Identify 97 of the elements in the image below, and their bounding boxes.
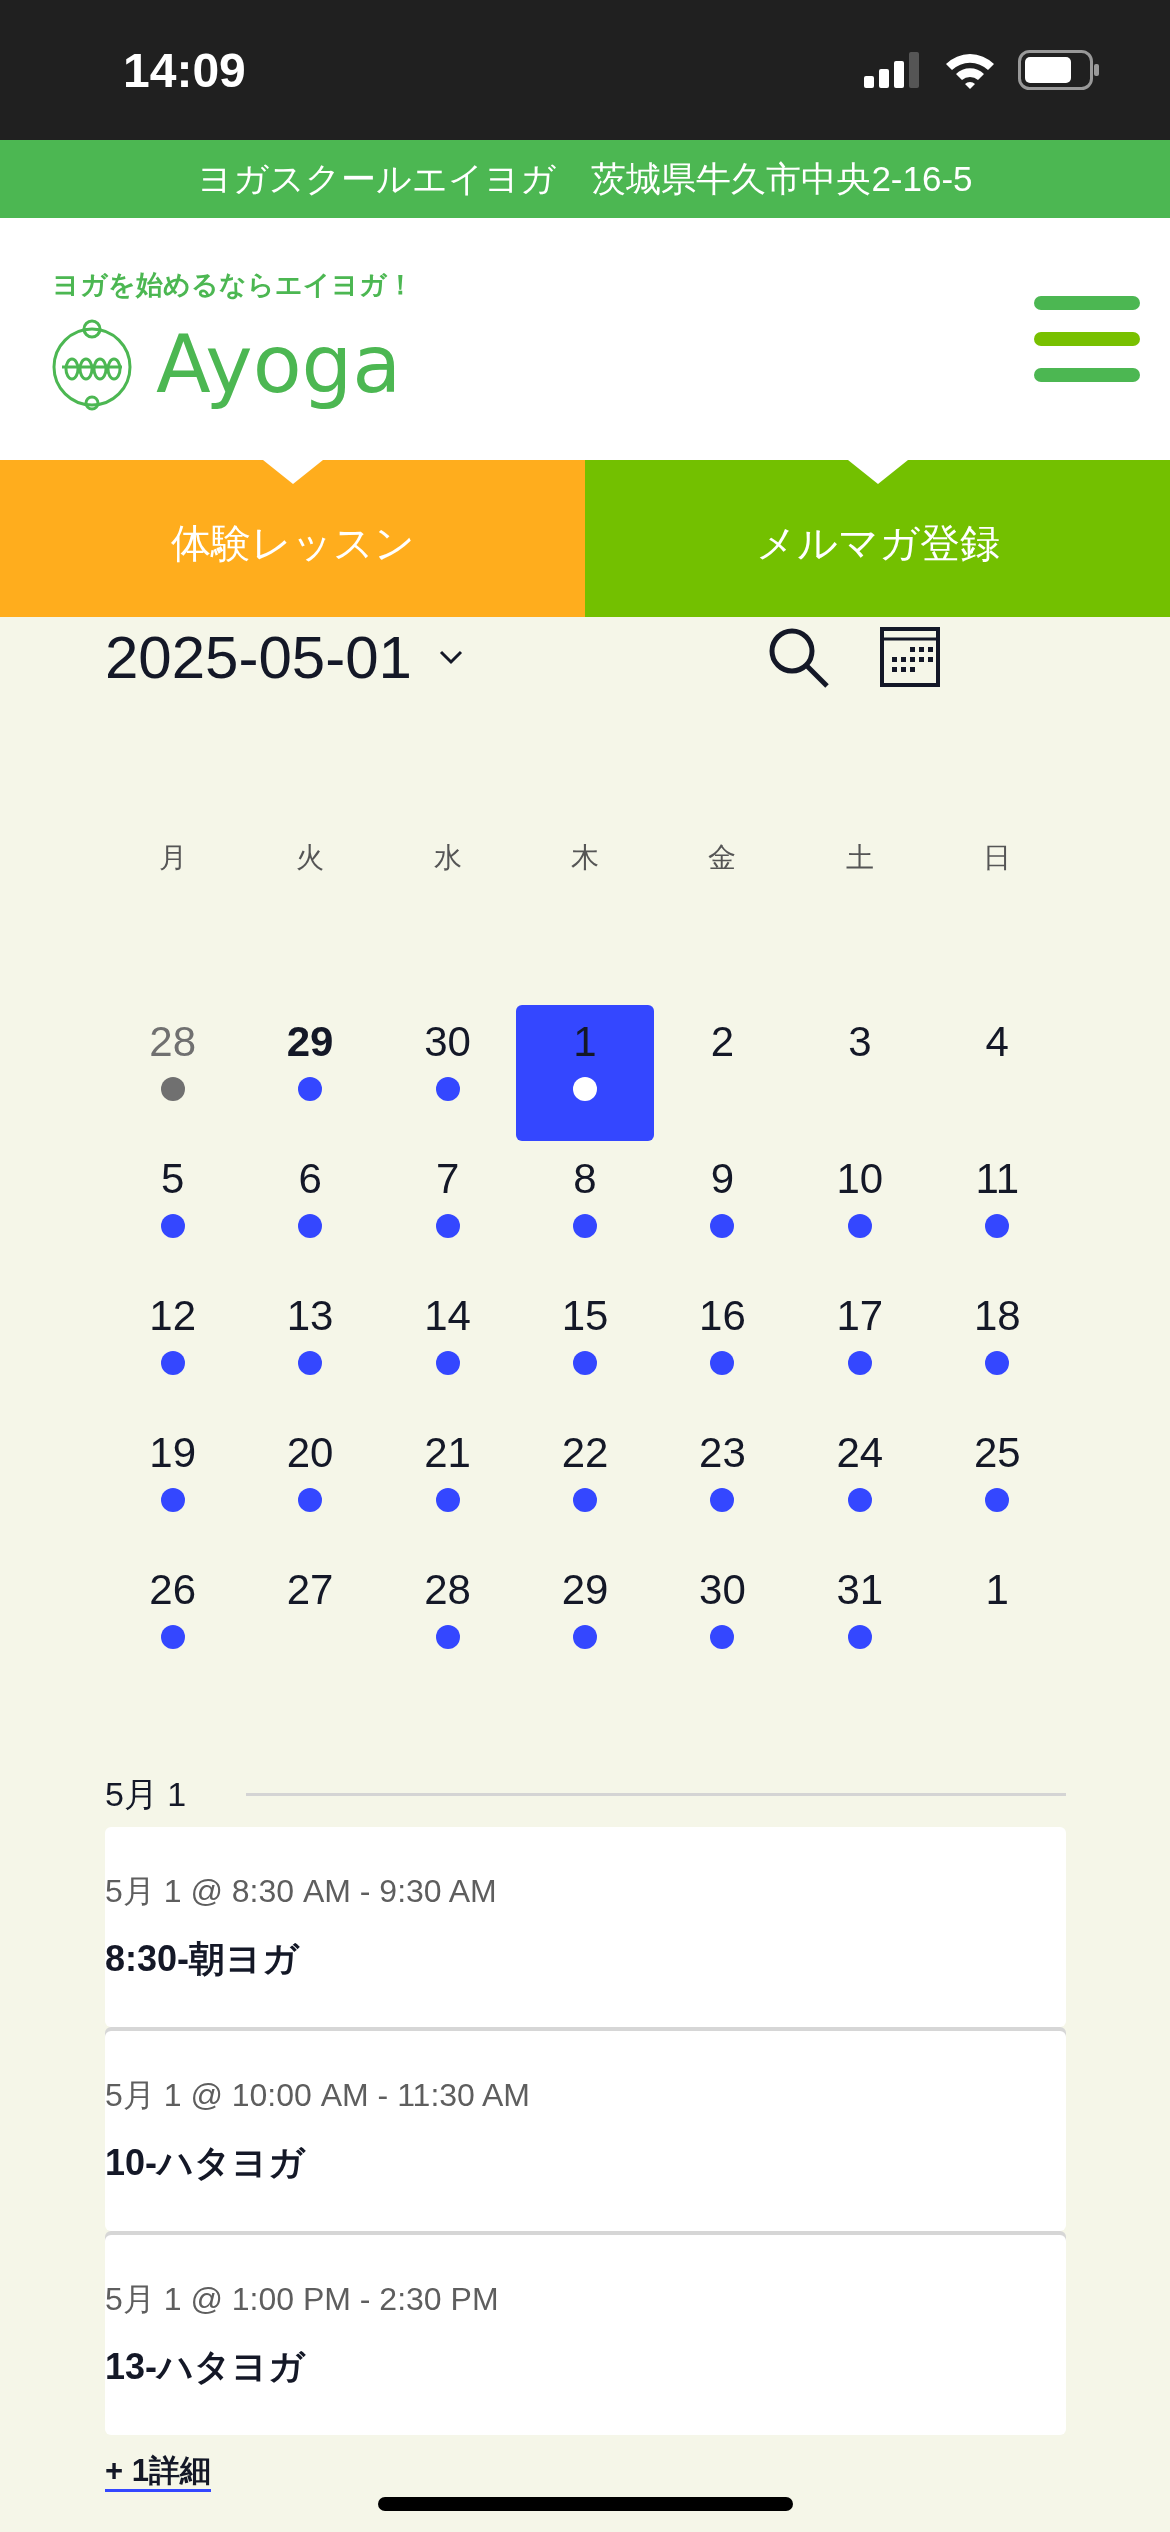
day-number: 5 [161,1154,185,1204]
day-number: 23 [699,1428,746,1478]
day-number: 9 [710,1154,735,1204]
event-title[interactable]: 8:30-朝ヨガ [105,1937,300,1981]
status-time: 14:09 [123,42,246,98]
event-time: 5月 1 @ 1:00 PM - 2:30 PM [105,2280,500,2319]
day-cell[interactable]: 13 [241,1279,379,1415]
day-cell[interactable]: 26 [104,1553,242,1689]
day-cell[interactable]: 15 [516,1279,654,1415]
day-number: 1 [573,1017,597,1067]
day-number: 7 [435,1154,460,1204]
day-number: 16 [699,1291,746,1341]
day-number: 6 [298,1154,322,1204]
more-events-link[interactable]: + 1詳細 [105,2453,211,2492]
day-number: 22 [561,1428,609,1478]
day-cell[interactable]: 9 [653,1142,792,1278]
weekday-label: 木 [570,841,600,875]
day-number: 26 [149,1565,197,1615]
day-cell[interactable]: 29 [516,1553,654,1689]
day-heading: 5月 1 [105,1774,187,1815]
day-cell[interactable]: 12 [104,1279,242,1415]
day-cell[interactable]: 2 [653,1005,792,1141]
weekday-label: 土 [844,841,875,875]
day-cell[interactable]: 20 [241,1416,379,1552]
day-cell[interactable]: 18 [928,1279,1066,1415]
weekday-label: 火 [295,841,326,875]
day-cell[interactable]: 29 [241,1005,379,1141]
day-cell[interactable]: 1 [928,1553,1066,1689]
address-text: ヨガスクールエイヨガ 茨城県牛久市中央2-16-5 [197,157,973,200]
day-cell[interactable]: 28 [378,1553,517,1689]
event-time: 5月 1 @ 8:30 AM - 9:30 AM [105,1872,498,1911]
day-cell[interactable]: 8 [516,1142,654,1278]
day-cell[interactable]: 19 [104,1416,242,1552]
day-cell[interactable]: 11 [928,1142,1066,1278]
day-number: 30 [699,1565,746,1615]
day-cell[interactable]: 10 [791,1142,929,1278]
event-card[interactable]: 5月 1 @ 8:30 AM - 9:30 AM 8:30-朝ヨガ [105,1827,1066,2027]
day-number: 25 [973,1428,1021,1478]
wifi-icon [944,51,996,89]
day-cell[interactable]: 4 [928,1005,1066,1141]
weekday-label: 月 [157,841,188,875]
day-cell[interactable]: 28 [104,1005,242,1141]
day-number: 12 [149,1291,197,1341]
day-number: 11 [975,1154,1020,1204]
day-number: 20 [286,1428,334,1478]
day-number: 15 [561,1291,609,1341]
tagline: ヨガを始めるならエイヨガ！ [51,269,414,302]
day-cell[interactable]: 23 [653,1416,792,1552]
day-number: 28 [424,1565,471,1615]
day-number: 17 [836,1291,884,1341]
day-number: 29 [561,1565,609,1615]
battery-icon [1018,50,1100,90]
date-picker[interactable]: 2025-05-01 [105,622,464,692]
day-number: 13 [286,1291,334,1341]
day-number: 3 [848,1017,872,1067]
weekday-label: 水 [432,841,463,875]
day-cell[interactable]: 24 [791,1416,929,1552]
weekday-label: 日 [982,841,1013,875]
day-number: 27 [286,1565,334,1615]
day-number: 18 [973,1291,1021,1341]
day-cell[interactable]: 17 [791,1279,929,1415]
weekday-label: 金 [707,841,738,875]
day-cell[interactable]: 6 [241,1142,379,1278]
day-cell[interactable]: 16 [653,1279,792,1415]
day-cell[interactable]: 22 [516,1416,654,1552]
day-number: 29 [286,1017,334,1067]
day-number: 28 [149,1017,197,1067]
day-number: 14 [424,1291,471,1341]
calendar-icon [880,627,940,687]
day-number: 30 [424,1017,471,1067]
day-number: 31 [836,1565,884,1615]
day-cell[interactable]: 27 [241,1553,379,1689]
event-time: 5月 1 @ 10:00 AM - 11:30 AM [105,2076,531,2115]
day-cell[interactable]: 21 [378,1416,517,1552]
day-cell[interactable]: 7 [378,1142,517,1278]
event-title[interactable]: 10-ハタヨガ [105,2141,306,2185]
day-number: 8 [573,1154,597,1204]
day-number: 24 [836,1428,884,1478]
menu-button[interactable] [1034,296,1140,382]
menu-icon [1034,296,1140,382]
day-number: 1 [985,1565,1009,1615]
day-cell[interactable]: 25 [928,1416,1066,1552]
day-number: 2 [710,1017,735,1067]
day-cell[interactable]: 14 [378,1279,517,1415]
event-title[interactable]: 13-ハタヨガ [105,2345,306,2389]
day-number: 4 [985,1017,1009,1067]
chevron-down-icon [437,649,464,665]
day-number: 10 [836,1154,884,1204]
day-number: 21 [424,1428,471,1478]
day-cell[interactable]: 3 [791,1005,929,1141]
day-cell[interactable]: 30 [653,1553,792,1689]
calendar-view-button[interactable] [880,627,940,687]
day-cell[interactable]: 5 [104,1142,242,1278]
signal-icon [864,52,922,88]
day-number: 19 [149,1428,197,1478]
day-cell[interactable]: 31 [791,1553,929,1689]
day-cell[interactable]: 30 [378,1005,517,1141]
